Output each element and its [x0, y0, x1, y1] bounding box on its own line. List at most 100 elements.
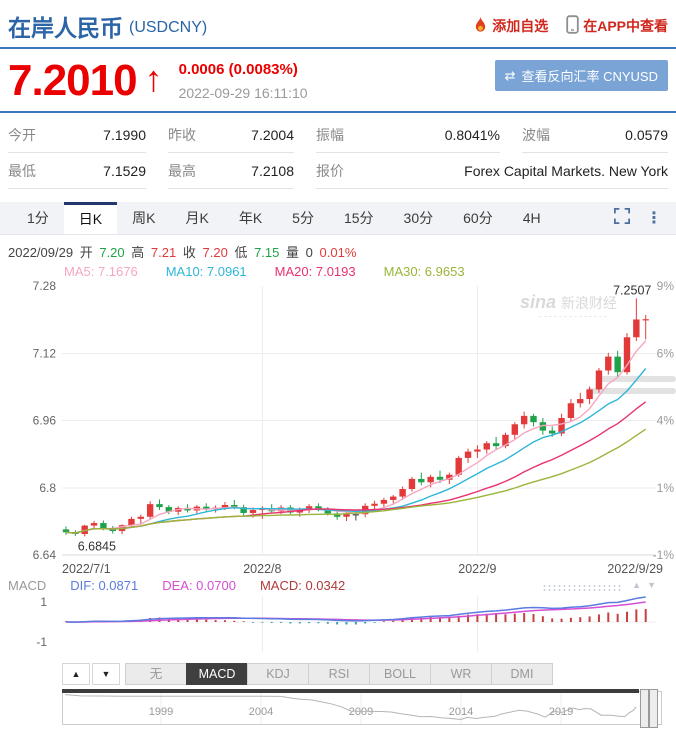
- stat-label: 报价: [316, 163, 344, 179]
- more-menu-icon[interactable]: ⋮: [646, 208, 662, 228]
- x-tick-3: 2022/9/29: [607, 562, 663, 576]
- svg-text:1%: 1%: [657, 481, 675, 495]
- period-tab-6[interactable]: 15分: [329, 202, 389, 234]
- close-label: 收: [182, 245, 196, 260]
- x-tick-1: 2022/8: [243, 562, 282, 576]
- ma-legend-item-1: MA10: 7.0961: [165, 264, 247, 279]
- svg-text:2014: 2014: [449, 706, 473, 718]
- period-tab-4[interactable]: 年K: [224, 202, 277, 234]
- indicator-tab-1[interactable]: MACD: [186, 663, 248, 685]
- range-navigator[interactable]: 1999 2004 2009 2014 2019: [62, 689, 662, 728]
- navigator-handle-right[interactable]: [649, 689, 658, 728]
- svg-text:1: 1: [40, 595, 47, 609]
- percent-value: 0.01%: [319, 245, 357, 260]
- stats-table: 今开 7.1990 昨收 7.2004 振幅 0.8041% 波幅 0.0579 最低 7…: [0, 113, 676, 189]
- ohlc-info-line: 2022/09/29 开 7.20 高 7.21 收 7.20 低 7.15 量…: [0, 235, 676, 261]
- period-tab-1[interactable]: 日K: [63, 202, 118, 234]
- stat-value: 7.1529: [103, 163, 146, 179]
- x-axis-row: 2022/7/1 2022/8 2022/9 2022/9/29: [0, 562, 676, 577]
- chart-toolbar: ⋮: [614, 202, 676, 234]
- header-links: 添加自选 在APP中查看: [473, 15, 668, 37]
- period-tabbar: 1分 日K 周K 月K 年K 5分 15分 30分 60分 4H ⋮: [0, 202, 676, 235]
- reverse-rate-button[interactable]: ⇄ 查看反向汇率 CNYUSD: [494, 60, 668, 91]
- period-tab-9[interactable]: 4H: [508, 202, 556, 234]
- stat-label: 振幅: [316, 127, 344, 143]
- period-tab-3[interactable]: 月K: [170, 202, 223, 234]
- macd-value: MACD: 0.0342: [259, 578, 346, 593]
- symbol-code: (USDCNY): [129, 19, 208, 36]
- current-price: 7.2010: [8, 56, 138, 105]
- fullscreen-icon[interactable]: [614, 207, 630, 229]
- period-tab-8[interactable]: 60分: [448, 202, 508, 234]
- period-tab-5[interactable]: 5分: [277, 202, 329, 234]
- stat-label: 最低: [8, 163, 36, 179]
- indicator-tab-6[interactable]: DMI: [491, 663, 553, 685]
- stat-amplitude: 振幅 0.8041%: [316, 117, 500, 153]
- period-tab-0[interactable]: 1分: [12, 202, 64, 234]
- panel-resize-arrows[interactable]: ▲▼: [632, 580, 662, 590]
- change-block: 0.0006 (0.0083%) 2022-09-29 16:11:10: [179, 59, 308, 101]
- panel-down-icon[interactable]: ▼: [647, 580, 662, 590]
- swap-icon: ⇄: [504, 67, 516, 83]
- low-value: 7.15: [254, 245, 280, 260]
- main-chart-area[interactable]: 7.28 9% 7.12 6% 6.96 4% 6.8 1% 6.64 -1% 6.6845 7.25…: [0, 279, 676, 562]
- ma-legend: MA5: 7.1676 MA10: 7.0961 MA20: 7.0193 MA30:…: [0, 261, 676, 279]
- main-candlestick-chart[interactable]: 7.28 9% 7.12 6% 6.96 4% 6.8 1% 6.64 -1% 6.6845 7.25…: [0, 279, 676, 562]
- navigator-handle-left[interactable]: [640, 689, 649, 728]
- open-value: 7.20: [99, 245, 125, 260]
- x-tick-0: 2022/7/1: [62, 562, 111, 576]
- indicator-tab-4[interactable]: BOLL: [369, 663, 431, 685]
- ohlc-date: 2022/09/29: [8, 245, 74, 260]
- stat-quote-source: 报价 Forex Capital Markets. New York: [316, 153, 668, 189]
- stat-value: 7.2108: [251, 163, 294, 179]
- svg-text:6.8: 6.8: [39, 481, 56, 495]
- ma-legend-item-3: MA30: 6.9653: [383, 264, 465, 279]
- navigator-selected-strip[interactable]: [62, 689, 639, 693]
- x-tick-2: 2022/9: [458, 562, 497, 576]
- svg-text:6.6845: 6.6845: [78, 539, 116, 553]
- svg-text:7.2507: 7.2507: [613, 283, 651, 297]
- stat-value: 0.0579: [625, 127, 668, 143]
- stat-prev-close: 昨收 7.2004: [168, 117, 294, 153]
- period-tab-7[interactable]: 30分: [389, 202, 449, 234]
- stat-value: Forex Capital Markets. New York: [464, 163, 668, 179]
- header: 在岸人民币 (USDCNY) 添加自选 在APP中查看: [0, 0, 676, 47]
- stat-value: 0.8041%: [444, 127, 500, 143]
- ma-legend-item-0: MA5: 7.1676: [64, 264, 138, 279]
- indicator-tabs: 无 MACD KDJ RSI BOLL WR DMI: [125, 663, 553, 685]
- drag-dots-pattern[interactable]: [542, 584, 622, 591]
- view-in-app-label: 在APP中查看: [583, 18, 668, 34]
- macd-panel-chart[interactable]: 1 -1: [0, 594, 676, 654]
- add-watchlist-button[interactable]: 添加自选: [473, 15, 548, 37]
- stat-label: 最高: [168, 163, 196, 179]
- flame-icon: [473, 15, 488, 37]
- svg-text:6.96: 6.96: [33, 414, 57, 428]
- low-label: 低: [234, 245, 248, 260]
- high-value: 7.21: [150, 245, 177, 260]
- macd-legend: MACD DIF: 0.0871 DEA: 0.0700 MACD: 0.034…: [0, 577, 676, 594]
- svg-text:2009: 2009: [349, 706, 373, 718]
- indicator-tab-2[interactable]: KDJ: [247, 663, 309, 685]
- close-value: 7.20: [202, 245, 228, 260]
- quote-timestamp: 2022-09-29 16:11:10: [178, 85, 308, 101]
- volume-value: 0: [305, 245, 313, 260]
- up-arrow-icon: ↑: [144, 58, 163, 99]
- period-tab-2[interactable]: 周K: [117, 202, 170, 234]
- svg-text:-1%: -1%: [653, 548, 675, 562]
- stat-open: 今开 7.1990: [8, 117, 146, 153]
- indicator-tab-3[interactable]: RSI: [308, 663, 370, 685]
- ma-legend-item-2: MA20: 7.0193: [274, 264, 356, 279]
- svg-text:9%: 9%: [657, 280, 675, 293]
- view-in-app-button[interactable]: 在APP中查看: [566, 15, 668, 37]
- scroll-up-button[interactable]: ▲: [62, 663, 90, 685]
- scroll-down-button[interactable]: ▼: [92, 663, 120, 685]
- candles-group: [62, 298, 649, 537]
- svg-text:7.12: 7.12: [33, 346, 57, 360]
- indicator-tab-0[interactable]: 无: [125, 663, 187, 685]
- indicator-tab-5[interactable]: WR: [430, 663, 492, 685]
- navigator-chart: 1999 2004 2009 2014 2019: [64, 692, 637, 724]
- panel-up-icon[interactable]: ▲: [632, 580, 647, 590]
- phone-icon: [566, 15, 579, 37]
- stat-value: 7.1990: [103, 127, 146, 143]
- high-label: 高: [131, 245, 145, 260]
